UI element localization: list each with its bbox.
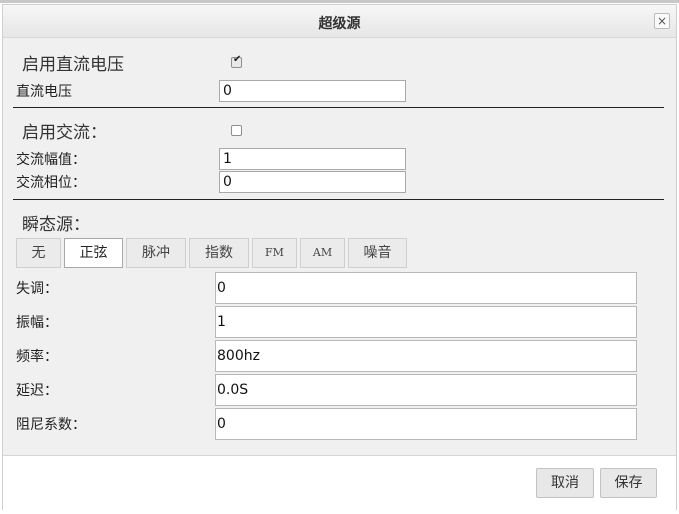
- dc-voltage-label: 直流电压: [16, 84, 72, 100]
- tab-pulse[interactable]: 脉冲: [126, 238, 186, 268]
- close-button[interactable]: ×: [654, 13, 670, 29]
- amplitude-input[interactable]: 1: [215, 306, 637, 338]
- dialog-titlebar[interactable]: 超级源 ×: [3, 5, 676, 38]
- ac-enable-checkbox[interactable]: [231, 125, 242, 136]
- delay-input[interactable]: 0.0S: [215, 374, 637, 406]
- section-divider: [13, 199, 664, 200]
- frequency-input[interactable]: 800hz: [215, 340, 637, 372]
- offset-input[interactable]: 0: [215, 272, 637, 304]
- tab-noise[interactable]: 噪音: [348, 238, 407, 268]
- delay-label: 延迟：: [16, 383, 58, 399]
- dialog-title: 超级源: [318, 16, 361, 32]
- dc-enable-checkbox[interactable]: ✔: [231, 54, 242, 68]
- tab-exponential[interactable]: 指数: [189, 238, 249, 268]
- ac-phase-input[interactable]: 0: [219, 171, 406, 193]
- frequency-label: 频率：: [16, 349, 58, 365]
- ac-phase-label: 交流相位：: [16, 175, 86, 191]
- dialog-footer: 取消 保存: [3, 455, 676, 510]
- amplitude-label: 振幅：: [16, 315, 58, 331]
- check-icon: ✔: [233, 54, 242, 65]
- transient-section-label: 瞬态源：: [22, 215, 90, 235]
- ac-enable-label: 启用交流：: [22, 123, 107, 143]
- section-divider: [13, 107, 664, 108]
- dc-voltage-input[interactable]: 0: [219, 80, 406, 102]
- tab-sine[interactable]: 正弦: [64, 238, 123, 268]
- damping-input[interactable]: 0: [215, 408, 637, 440]
- dc-enable-label: 启用直流电压: [22, 55, 124, 75]
- tab-none[interactable]: 无: [16, 238, 61, 268]
- offset-label: 失调：: [16, 281, 58, 297]
- super-source-dialog: 超级源 × 启用直流电压 ✔ 直流电压 0 启用交流： 交流幅值： 1 交流相位…: [2, 4, 677, 510]
- save-button[interactable]: 保存: [600, 468, 657, 498]
- tab-am[interactable]: AM: [300, 238, 345, 268]
- damping-label: 阻尼系数：: [16, 417, 86, 433]
- ac-amplitude-label: 交流幅值：: [16, 152, 86, 168]
- tab-fm[interactable]: FM: [252, 238, 297, 268]
- ac-amplitude-input[interactable]: 1: [219, 148, 406, 170]
- window-top-edge: [0, 0, 679, 3]
- cancel-button[interactable]: 取消: [536, 468, 594, 498]
